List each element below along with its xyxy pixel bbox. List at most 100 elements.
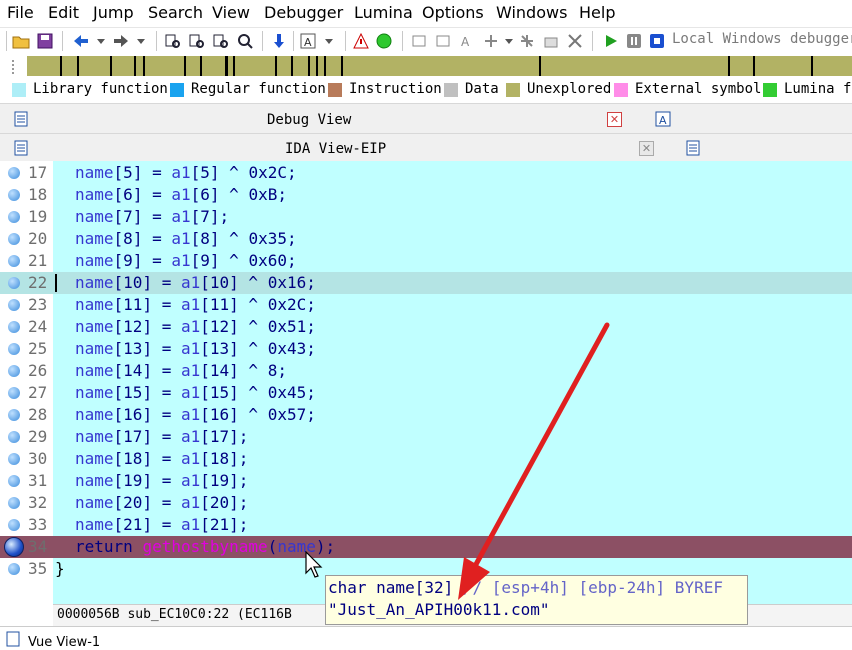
run-icon[interactable] bbox=[602, 32, 620, 50]
pseudocode-view[interactable]: 17 name[5] = a1[5] ^ 0x2C; 18 name[6] = a1[… bbox=[0, 161, 852, 604]
forward-dropdown-icon[interactable] bbox=[132, 32, 150, 50]
down-arrow-icon[interactable] bbox=[270, 32, 288, 50]
menu-edit[interactable]: Edit bbox=[48, 3, 79, 22]
operator: ] = bbox=[142, 471, 181, 490]
menu-windows[interactable]: Windows bbox=[496, 3, 567, 22]
tab-debug-view[interactable]: Debug View bbox=[267, 112, 351, 128]
pause-icon[interactable] bbox=[625, 32, 643, 50]
mouse-cursor-icon bbox=[305, 551, 323, 578]
ascii-icon[interactable]: A bbox=[299, 32, 317, 50]
code-line: 30 name[18] = a1[18]; bbox=[0, 448, 852, 470]
index: 5 bbox=[200, 163, 210, 182]
text-search-icon[interactable] bbox=[188, 32, 206, 50]
open-folder-icon[interactable] bbox=[12, 32, 30, 50]
struct-dropdown-icon[interactable] bbox=[500, 32, 518, 50]
xor-operator: ^ bbox=[219, 185, 249, 204]
bottom-tab[interactable]: Vue View-1 bbox=[28, 635, 100, 650]
code-text: name[13] = a1[13] ^ 0x43; bbox=[75, 338, 316, 360]
legend-swatch bbox=[444, 83, 458, 97]
index: 21 bbox=[123, 515, 143, 534]
bracket: [ bbox=[200, 295, 210, 314]
line-number: 27 bbox=[28, 383, 48, 402]
menu-file[interactable]: File bbox=[7, 3, 34, 22]
index: 7 bbox=[123, 207, 133, 226]
index: 19 bbox=[123, 471, 143, 490]
navigation-band[interactable] bbox=[27, 56, 852, 76]
semicolon: ; bbox=[219, 207, 230, 226]
back-dropdown-icon[interactable] bbox=[92, 32, 110, 50]
line-number: 30 bbox=[28, 449, 48, 468]
code-text: name[15] = a1[15] ^ 0x45; bbox=[75, 382, 316, 404]
save-icon[interactable] bbox=[36, 32, 54, 50]
menu-help[interactable]: Help bbox=[579, 3, 615, 22]
bracket: [ bbox=[190, 163, 201, 182]
forward-icon[interactable] bbox=[112, 32, 130, 50]
breakpoint-dot-icon bbox=[8, 387, 20, 399]
menu-lumina[interactable]: Lumina bbox=[354, 3, 413, 22]
text-view-icon[interactable]: A bbox=[654, 110, 672, 128]
nav-band-mark bbox=[538, 56, 541, 76]
menu-search[interactable]: Search bbox=[148, 3, 203, 22]
code-text: name[14] = a1[14] ^ 8; bbox=[75, 360, 287, 382]
line-number: 21 bbox=[28, 251, 48, 270]
bracket: [ bbox=[113, 471, 124, 490]
variable-name: name bbox=[75, 515, 114, 534]
menu-jump[interactable]: Jump bbox=[93, 3, 134, 22]
instruction-icon[interactable] bbox=[410, 32, 428, 50]
index: 16 bbox=[123, 405, 143, 424]
variable-a1: a1 bbox=[180, 515, 201, 534]
nav-band-mark bbox=[76, 56, 79, 76]
variable-name: name bbox=[75, 317, 114, 336]
breakpoint-dot-icon bbox=[8, 233, 20, 245]
ascii-dropdown-icon[interactable] bbox=[320, 32, 338, 50]
index: 17 bbox=[123, 427, 143, 446]
index: 15 bbox=[209, 383, 230, 402]
graph-icon[interactable] bbox=[352, 32, 370, 50]
index: 8 bbox=[200, 229, 210, 248]
line-number: 33 bbox=[28, 515, 48, 534]
index: 14 bbox=[123, 361, 143, 380]
menu-debugger[interactable]: Debugger bbox=[264, 3, 343, 22]
delete-icon[interactable] bbox=[566, 32, 584, 50]
binary-search-icon[interactable] bbox=[164, 32, 182, 50]
code-line: 32 name[20] = a1[20]; bbox=[0, 492, 852, 514]
debugger-select[interactable]: Local Windows debugger bbox=[672, 31, 852, 47]
enum-icon[interactable] bbox=[518, 32, 536, 50]
bracket: [ bbox=[113, 207, 124, 226]
search-icon[interactable] bbox=[236, 32, 254, 50]
code-text: name[20] = a1[20]; bbox=[75, 492, 248, 514]
edit-icon[interactable] bbox=[542, 32, 560, 50]
closing-brace: } bbox=[55, 559, 65, 578]
operator: ] = bbox=[142, 273, 181, 292]
stop-icon[interactable] bbox=[648, 32, 666, 50]
variable-a1: a1 bbox=[180, 295, 201, 314]
xor-operator: ^ bbox=[219, 251, 249, 270]
green-circle-icon[interactable] bbox=[375, 32, 393, 50]
data-icon[interactable] bbox=[434, 32, 452, 50]
back-icon[interactable] bbox=[72, 32, 90, 50]
menu-view[interactable]: View bbox=[212, 3, 250, 22]
xor-constant: 0x60 bbox=[248, 251, 287, 270]
operator: ] = bbox=[142, 317, 181, 336]
pseudocode-icon[interactable] bbox=[684, 139, 702, 157]
close-icon[interactable]: ✕ bbox=[607, 112, 622, 127]
struct-icon[interactable] bbox=[482, 32, 500, 50]
tooltip-value: "Just_An_APIH00k11.com" bbox=[328, 600, 550, 619]
line-number: 23 bbox=[28, 295, 48, 314]
semicolon: ; bbox=[306, 383, 316, 402]
breakpoint-dot-icon bbox=[8, 255, 20, 267]
nav-band-mark bbox=[225, 56, 228, 76]
string-icon[interactable]: A bbox=[458, 32, 476, 50]
menu-options[interactable]: Options bbox=[422, 3, 484, 22]
tab-ida-view[interactable]: IDA View-EIP bbox=[285, 141, 386, 157]
index: 9 bbox=[123, 251, 133, 270]
line-number: 22 bbox=[28, 273, 48, 292]
bracket: [ bbox=[113, 383, 124, 402]
variable-name: name bbox=[75, 449, 114, 468]
bracket: [ bbox=[190, 251, 201, 270]
close-icon[interactable]: ✕ bbox=[639, 141, 654, 156]
search-next-icon[interactable] bbox=[212, 32, 230, 50]
operator: ] = bbox=[142, 383, 181, 402]
variable-a1: a1 bbox=[171, 229, 191, 248]
svg-text:A: A bbox=[659, 114, 667, 127]
